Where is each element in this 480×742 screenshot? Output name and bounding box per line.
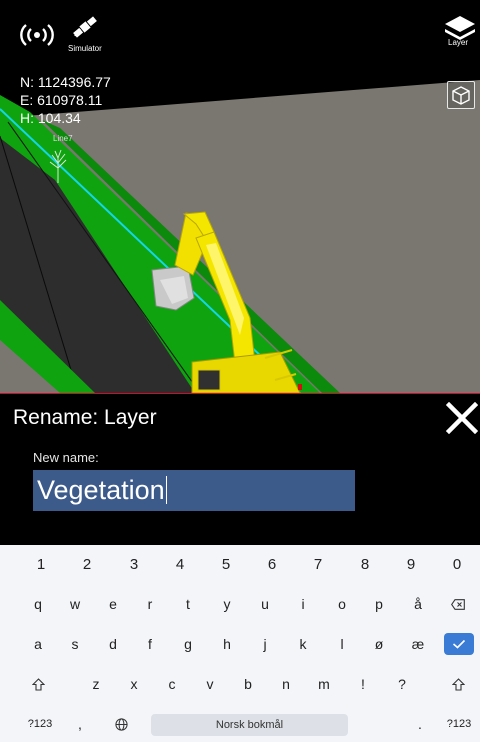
globe-icon: [114, 717, 128, 731]
key-e[interactable]: e: [96, 585, 130, 623]
shift-icon: [31, 677, 45, 691]
key-s[interactable]: s: [58, 625, 92, 663]
key-3[interactable]: 3: [117, 545, 151, 583]
key-k[interactable]: k: [286, 625, 320, 663]
key-l[interactable]: l: [325, 625, 359, 663]
checkmark-icon: [452, 639, 466, 649]
key-n[interactable]: n: [269, 665, 303, 703]
shift-key[interactable]: [21, 665, 55, 703]
key-aa[interactable]: å: [401, 585, 435, 623]
backspace-icon: [451, 598, 465, 610]
key-9[interactable]: 9: [394, 545, 428, 583]
key-oe[interactable]: ø: [362, 625, 396, 663]
key-comma[interactable]: ,: [63, 705, 97, 742]
view-cube-button[interactable]: [447, 81, 475, 109]
new-name-label: New name:: [33, 450, 99, 465]
key-ae[interactable]: æ: [401, 625, 435, 663]
satellite-icon[interactable]: [70, 12, 100, 42]
space-bar[interactable]: Norsk bokmål: [151, 714, 348, 736]
key-exclamation[interactable]: !: [346, 665, 380, 703]
key-p[interactable]: p: [362, 585, 396, 623]
key-r[interactable]: r: [133, 585, 167, 623]
symbols-key-right[interactable]: ?123: [440, 705, 478, 742]
symbols-key[interactable]: ?123: [21, 705, 59, 742]
3d-viewport[interactable]: Simulator Layer N: 1124396.77 E: 610978.…: [0, 0, 480, 393]
key-1[interactable]: 1: [24, 545, 58, 583]
easting-value: E: 610978.11: [20, 92, 103, 108]
key-7[interactable]: 7: [301, 545, 335, 583]
letter-row-2: a s d f g h j k l ø æ: [0, 625, 480, 663]
text-caret: [165, 476, 167, 504]
height-value: H: 104.34: [20, 110, 81, 126]
backspace-key[interactable]: [441, 585, 475, 623]
key-m[interactable]: m: [307, 665, 341, 703]
key-0[interactable]: 0: [440, 545, 474, 583]
simulator-label: Simulator: [68, 44, 102, 53]
keyboard-bottom-row: ?123 , Norsk bokmål . ?123: [0, 705, 480, 742]
key-v[interactable]: v: [193, 665, 227, 703]
enter-key[interactable]: [444, 633, 474, 655]
number-row: 1 2 3 4 5 6 7 8 9 0: [0, 545, 480, 583]
key-2[interactable]: 2: [70, 545, 104, 583]
new-name-value: Vegetation: [37, 475, 165, 505]
new-name-input[interactable]: Vegetation: [33, 470, 355, 511]
scene-render: [0, 0, 480, 393]
key-u[interactable]: u: [248, 585, 282, 623]
key-x[interactable]: x: [117, 665, 151, 703]
close-icon[interactable]: [446, 402, 478, 434]
key-8[interactable]: 8: [348, 545, 382, 583]
key-i[interactable]: i: [286, 585, 320, 623]
language-key[interactable]: [104, 705, 138, 742]
key-h[interactable]: h: [210, 625, 244, 663]
key-g[interactable]: g: [171, 625, 205, 663]
key-t[interactable]: t: [171, 585, 205, 623]
key-period[interactable]: .: [403, 705, 437, 742]
layer-button-label[interactable]: Layer: [448, 38, 468, 47]
key-q[interactable]: q: [21, 585, 55, 623]
key-w[interactable]: w: [58, 585, 92, 623]
letter-row-3: z x c v b n m ! ?: [0, 665, 480, 703]
line-label: Line7: [53, 134, 73, 143]
onscreen-keyboard: 1 2 3 4 5 6 7 8 9 0 q w e r t y u i o p …: [0, 545, 480, 742]
key-b[interactable]: b: [231, 665, 265, 703]
cube-icon: [452, 86, 470, 105]
rename-dialog: Rename: Layer New name: Vegetation: [0, 393, 480, 545]
key-question[interactable]: ?: [385, 665, 419, 703]
key-y[interactable]: y: [210, 585, 244, 623]
key-a[interactable]: a: [21, 625, 55, 663]
key-5[interactable]: 5: [209, 545, 243, 583]
dialog-title: Rename: Layer: [13, 406, 157, 429]
key-4[interactable]: 4: [163, 545, 197, 583]
key-z[interactable]: z: [79, 665, 113, 703]
key-c[interactable]: c: [155, 665, 189, 703]
shift-key-right[interactable]: [441, 665, 475, 703]
gnss-signal-icon[interactable]: [18, 22, 56, 48]
letter-row-1: q w e r t y u i o p å: [0, 585, 480, 623]
key-d[interactable]: d: [96, 625, 130, 663]
key-o[interactable]: o: [325, 585, 359, 623]
shift-icon: [451, 677, 465, 691]
key-6[interactable]: 6: [255, 545, 289, 583]
key-j[interactable]: j: [248, 625, 282, 663]
northing-value: N: 1124396.77: [20, 74, 111, 90]
coordinate-readout: N: 1124396.77 E: 610978.11 H: 104.34: [20, 73, 111, 127]
key-f[interactable]: f: [133, 625, 167, 663]
